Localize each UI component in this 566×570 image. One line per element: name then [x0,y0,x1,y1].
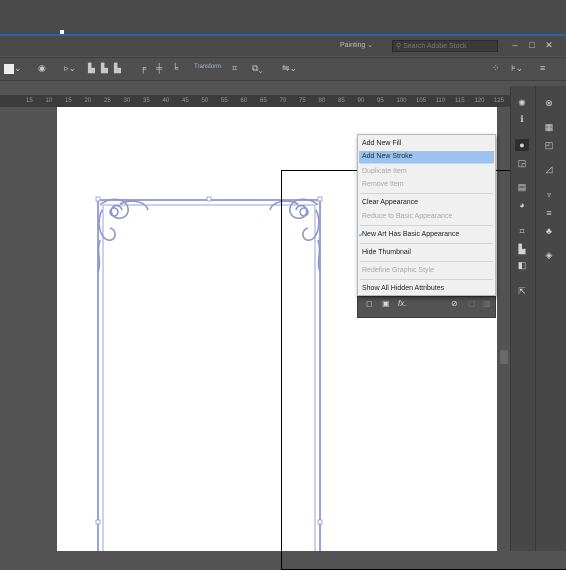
new-layer-icon[interactable]: ◻ [366,299,373,308]
menu-item-label: Hide Thumbnail [362,249,411,256]
pathfinder-icon[interactable]: ◧ [515,259,529,271]
stack-icon[interactable]: ▣ [382,299,390,308]
menu-item-redefine-graphic-style[interactable]: Redefine Graphic Style [359,265,494,277]
color-wheel-icon[interactable]: ✺ [515,97,529,109]
menu-item-label: Add New Fill [362,140,402,147]
swatches-icon[interactable]: ▦ [542,121,556,133]
menu-separator [360,261,493,262]
menu-separator [360,163,493,164]
scrollbar-thumb[interactable] [500,350,508,364]
info-icon[interactable]: ℹ [515,113,529,125]
corner-flourish-left [97,198,149,273]
menu-item-new-art-has-basic-appearance[interactable]: ✓ New Art Has Basic Appearance [358,229,494,241]
menu-item-label: New Art Has Basic Appearance [362,231,460,238]
menu-separator [360,279,493,280]
menu-item-remove-item[interactable]: Remove Item [359,179,494,191]
layers-icon[interactable]: ◈ [542,249,556,261]
panel-dock-left [510,86,535,551]
menu-separator [360,225,493,226]
checkmark-icon: ✓ [358,230,365,239]
menu-item-reduce-to-basic-appearance[interactable]: Reduce to Basic Appearance [359,211,494,223]
brushes-icon[interactable]: ◿ [542,163,556,175]
panel-dock-right [535,86,566,551]
menu-separator [360,243,493,244]
export-icon[interactable]: ⇱ [515,285,529,297]
appearance-flyout-menu: Add New Fill Add New Stroke Duplicate Item… [357,134,496,296]
menu-item-show-all-hidden-attributes[interactable]: Show All Hidden Attributes [359,283,494,295]
clear-icon[interactable]: ⊘ [451,299,458,308]
transparency-icon[interactable]: ◕ [515,199,529,211]
menu-item-hide-thumbnail[interactable]: Hide Thumbnail [359,247,494,259]
menu-item-duplicate-item[interactable]: Duplicate Item [359,166,494,178]
club-icon[interactable]: ♣ [542,225,556,237]
symbols-icon[interactable]: ♆ [542,189,556,201]
fx-button[interactable]: fx. [398,299,406,308]
graphic-styles-icon[interactable]: ◲ [515,157,529,169]
gradient-icon[interactable]: ▤ [515,181,529,193]
menu-item-clear-appearance[interactable]: Clear Appearance [359,197,494,209]
duplicate-icon[interactable]: ▢ [468,299,476,308]
transform-icon[interactable]: ⌗ [515,225,529,237]
menu-item-label: Show All Hidden Attributes [362,285,445,292]
align-icon[interactable]: ▙ [515,243,529,255]
menu-separator [360,193,493,194]
color-guide-icon[interactable]: ⊗ [542,97,556,109]
menu-item-label: Remove Item [362,181,404,188]
menu-item-add-new-stroke[interactable]: Add New Stroke [359,151,494,163]
trash-icon[interactable]: ▥ [483,299,491,308]
menu-item-label: Redefine Graphic Style [362,267,434,274]
menu-item-label: Reduce to Basic Appearance [362,213,453,220]
layers-lines-icon[interactable]: ≡ [542,207,556,219]
menu-item-label: Add New Stroke [362,153,413,160]
appearance-icon[interactable]: ● [515,139,529,151]
menu-item-label: Clear Appearance [362,199,419,206]
menu-item-add-new-fill[interactable]: Add New Fill [359,138,494,150]
stroke-icon[interactable]: ◰ [542,139,556,151]
menu-item-label: Duplicate Item [362,168,407,175]
